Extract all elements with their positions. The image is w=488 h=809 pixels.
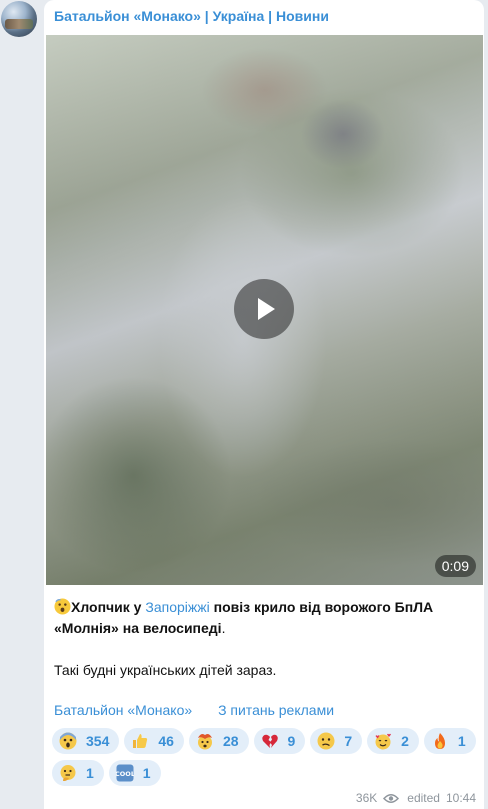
channel-link[interactable]: Батальйон «Монако» [54, 702, 192, 718]
video-preview[interactable]: 0:09 [46, 35, 483, 585]
view-count: 36K [355, 791, 378, 805]
reaction-count: 28 [222, 733, 239, 749]
reaction-thinking[interactable]: 1 [52, 760, 104, 786]
message-bubble: Батальйон «Монако» | Україна | Новини 0:… [44, 0, 484, 809]
city-hashtag-link[interactable]: Запоріжжі [145, 599, 209, 615]
ads-link[interactable]: З питань реклами [218, 702, 334, 718]
reaction-confused[interactable]: 7 [310, 728, 363, 754]
reaction-count: 2 [401, 733, 409, 749]
cool-button-emoji-icon: COOL [116, 764, 134, 782]
reaction-count: 7 [344, 733, 353, 749]
play-icon [258, 298, 275, 320]
svg-text:COOL: COOL [116, 770, 134, 778]
thinking-face-emoji-icon [60, 765, 76, 781]
broken-heart-emoji-icon [261, 734, 278, 748]
reaction-exploding-head[interactable]: 28 [188, 728, 249, 754]
smiling-hearts-emoji-icon [375, 733, 392, 750]
footer-links: Батальйон «Монако» З питань реклами [54, 702, 356, 718]
message-meta: 36K edited 10:44 [356, 791, 476, 805]
reactions-bar: 354 46 28 9 7 2 1 1 COOL 1 [52, 728, 477, 786]
reaction-count: 46 [158, 733, 174, 749]
channel-avatar[interactable] [1, 1, 37, 37]
message-paragraph-2: Такі будні українських дітей зараз. [54, 662, 277, 678]
confused-face-emoji-icon [317, 732, 335, 750]
message-time: 10:44 [445, 791, 476, 805]
scream-emoji-icon [59, 732, 77, 750]
reaction-cool[interactable]: COOL 1 [108, 760, 161, 786]
channel-name[interactable]: Батальйон «Монако» | Україна | Новини [54, 8, 329, 24]
reaction-scream[interactable]: 354 [52, 728, 120, 754]
reaction-count: 354 [86, 733, 110, 749]
reaction-broken-heart[interactable]: 9 [253, 728, 306, 754]
reaction-fire[interactable]: 1 [423, 728, 476, 754]
reaction-count: 1 [86, 765, 94, 781]
reaction-count: 1 [457, 733, 466, 749]
reaction-thumbs-up[interactable]: 46 [124, 728, 184, 754]
video-duration: 0:09 [434, 555, 476, 577]
astonished-face-emoji [54, 598, 71, 615]
play-button[interactable] [234, 279, 294, 339]
reaction-smiling-hearts[interactable]: 2 [367, 728, 419, 754]
reaction-count: 9 [287, 733, 296, 749]
thumbs-up-emoji-icon [133, 734, 148, 748]
message-text: Хлопчик у Запоріжжі повіз крило від воро… [54, 597, 474, 681]
message-bold-text: Хлопчик у [71, 599, 142, 615]
reaction-count: 1 [142, 765, 151, 781]
message-period: . [221, 620, 226, 636]
edited-label: edited [407, 791, 440, 805]
exploding-head-emoji-icon [197, 734, 212, 750]
fire-emoji-icon [434, 733, 445, 749]
eye-icon [383, 793, 400, 803]
